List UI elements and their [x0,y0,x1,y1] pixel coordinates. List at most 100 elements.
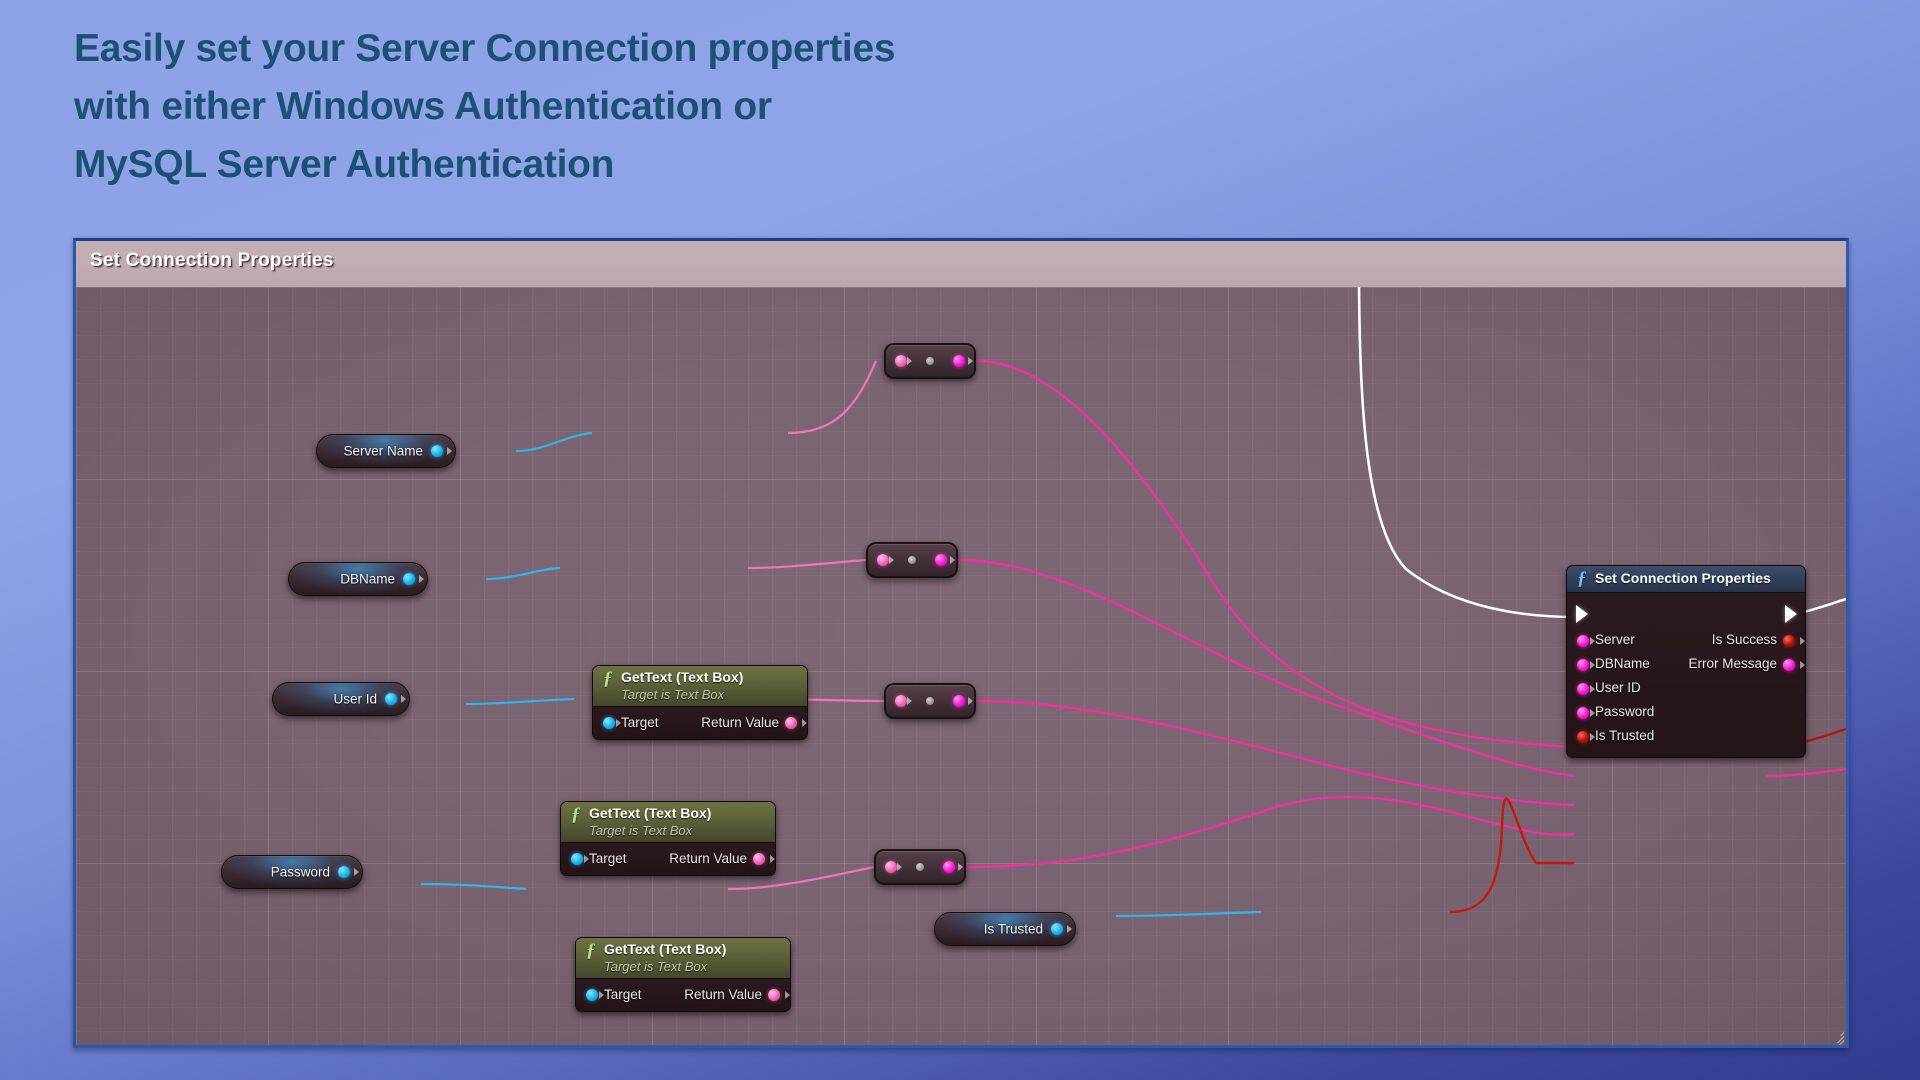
function-node-gettext-3[interactable]: ƒ GetText (Text Box) Target is Text Box … [575,937,791,1012]
pin-arrow-icon [770,854,775,863]
node-body: Server Is Success DBName Error Message U… [1567,593,1805,757]
function-node-gettext-1[interactable]: ƒ GetText (Text Box) Target is Text Box … [592,665,808,740]
pin-arrow-icon [907,357,912,365]
pin-arrow-icon [447,447,452,455]
string-pin-icon[interactable] [1577,707,1589,719]
object-pin-icon[interactable] [431,445,443,457]
string-pin-icon[interactable] [785,716,797,729]
pin-arrow-icon [401,695,406,703]
string-pin-icon[interactable] [895,695,907,707]
string-pin-icon[interactable] [953,695,965,707]
function-node-gettext-2[interactable]: ƒ GetText (Text Box) Target is Text Box … [560,801,776,876]
function-icon: ƒ [603,668,613,689]
object-pin-icon[interactable] [586,988,598,1001]
pin-row: User ID [1567,677,1805,701]
node-subtitle: Target is Text Box [589,823,693,838]
bool-pin-icon[interactable] [1577,731,1589,743]
pin-row-exec [1567,599,1805,629]
pin-row: Target Return Value [576,984,790,1005]
bool-pin-icon[interactable] [1783,635,1795,647]
node-body: Target Return Value [593,707,807,739]
pin-label-target: Target [621,715,659,730]
pin-label-return-value: Return Value [669,851,747,866]
string-pin-icon[interactable] [1783,659,1795,671]
pin-arrow-icon [1800,661,1805,669]
function-node-set-connection-properties[interactable]: ƒ Set Connection Properties Server Is Su… [1566,565,1806,758]
object-pin-icon[interactable] [1051,923,1063,935]
string-pin-icon[interactable] [943,861,955,873]
node-header: ƒ Set Connection Properties [1567,566,1805,593]
string-pin-icon[interactable] [1577,635,1589,647]
object-pin-icon[interactable] [603,716,615,729]
node-layer: Server Name DBName User Id Password Is T… [76,287,1846,1045]
node-title: GetText (Text Box) [589,805,712,821]
string-pin-icon[interactable] [768,988,780,1001]
node-subtitle: Target is Text Box [621,687,725,702]
string-pin-icon[interactable] [877,554,889,566]
variable-label: DBName [340,571,395,587]
function-icon: ƒ [586,940,596,961]
pin-label-server: Server [1595,632,1635,647]
blueprint-graph-panel[interactable]: Set Connection Properties Server Name DB… [73,238,1849,1048]
reroute-node-dbname[interactable] [866,542,958,578]
pin-arrow-icon [950,556,955,564]
pin-label-is-trusted: Is Trusted [1595,728,1655,743]
function-icon: ƒ [571,804,581,825]
node-header: ƒ GetText (Text Box) Target is Text Box [576,938,790,979]
pin-row: Target Return Value [593,712,807,733]
graph-title-label: Set Connection Properties [90,250,334,271]
variable-label: User Id [333,691,377,707]
node-title: Set Connection Properties [1595,570,1771,586]
variable-node-dbname[interactable]: DBName [288,562,428,596]
object-pin-icon[interactable] [338,866,350,878]
pin-label-user-id: User ID [1595,680,1641,695]
resize-handle[interactable] [1830,1029,1845,1045]
pin-label-error-message: Error Message [1688,656,1777,671]
string-pin-icon[interactable] [1577,683,1589,695]
variable-node-user-id[interactable]: User Id [272,682,410,716]
reroute-dot-icon [926,697,934,705]
node-title: GetText (Text Box) [621,669,744,685]
reroute-dot-icon [908,556,916,564]
reroute-node-password[interactable] [874,849,966,885]
graph-canvas[interactable]: Server Name DBName User Id Password Is T… [76,287,1846,1045]
string-pin-icon[interactable] [753,852,765,865]
pin-arrow-icon [958,863,963,871]
variable-node-password[interactable]: Password [221,855,363,889]
string-pin-icon[interactable] [1577,659,1589,671]
node-header: ƒ GetText (Text Box) Target is Text Box [593,666,807,707]
object-pin-icon[interactable] [385,693,397,705]
pin-arrow-icon [802,718,807,727]
pin-label-dbname: DBName [1595,656,1650,671]
pin-row: Server Is Success [1567,629,1805,653]
object-pin-icon[interactable] [571,852,583,865]
reroute-node-server-name[interactable] [884,343,976,379]
pin-label-target: Target [589,851,627,866]
node-body: Target Return Value [576,979,790,1011]
pin-row: Password [1567,701,1805,725]
pin-arrow-icon [968,357,973,365]
pin-arrow-icon [968,697,973,705]
pin-row: Target Return Value [561,848,775,869]
exec-output-pin-icon[interactable] [1785,605,1797,623]
reroute-node-user-id[interactable] [884,683,976,719]
exec-input-pin-icon[interactable] [1576,605,1588,623]
pin-label-target: Target [604,987,642,1002]
variable-node-server-name[interactable]: Server Name [316,434,456,468]
pin-label-password: Password [1595,704,1655,719]
object-pin-icon[interactable] [403,573,415,585]
string-pin-icon[interactable] [885,861,897,873]
reroute-dot-icon [916,863,924,871]
node-header: ƒ GetText (Text Box) Target is Text Box [561,802,775,843]
string-pin-icon[interactable] [953,355,965,367]
reroute-dot-icon [926,357,934,365]
string-pin-icon[interactable] [895,355,907,367]
pin-arrow-icon [907,697,912,705]
pin-label-return-value: Return Value [684,987,762,1002]
graph-titlebar: Set Connection Properties [76,241,1846,287]
variable-node-is-trusted[interactable]: Is Trusted [934,912,1076,946]
variable-label: Server Name [343,443,423,459]
node-body: Target Return Value [561,843,775,875]
string-pin-icon[interactable] [935,554,947,566]
pin-arrow-icon [1067,925,1072,933]
